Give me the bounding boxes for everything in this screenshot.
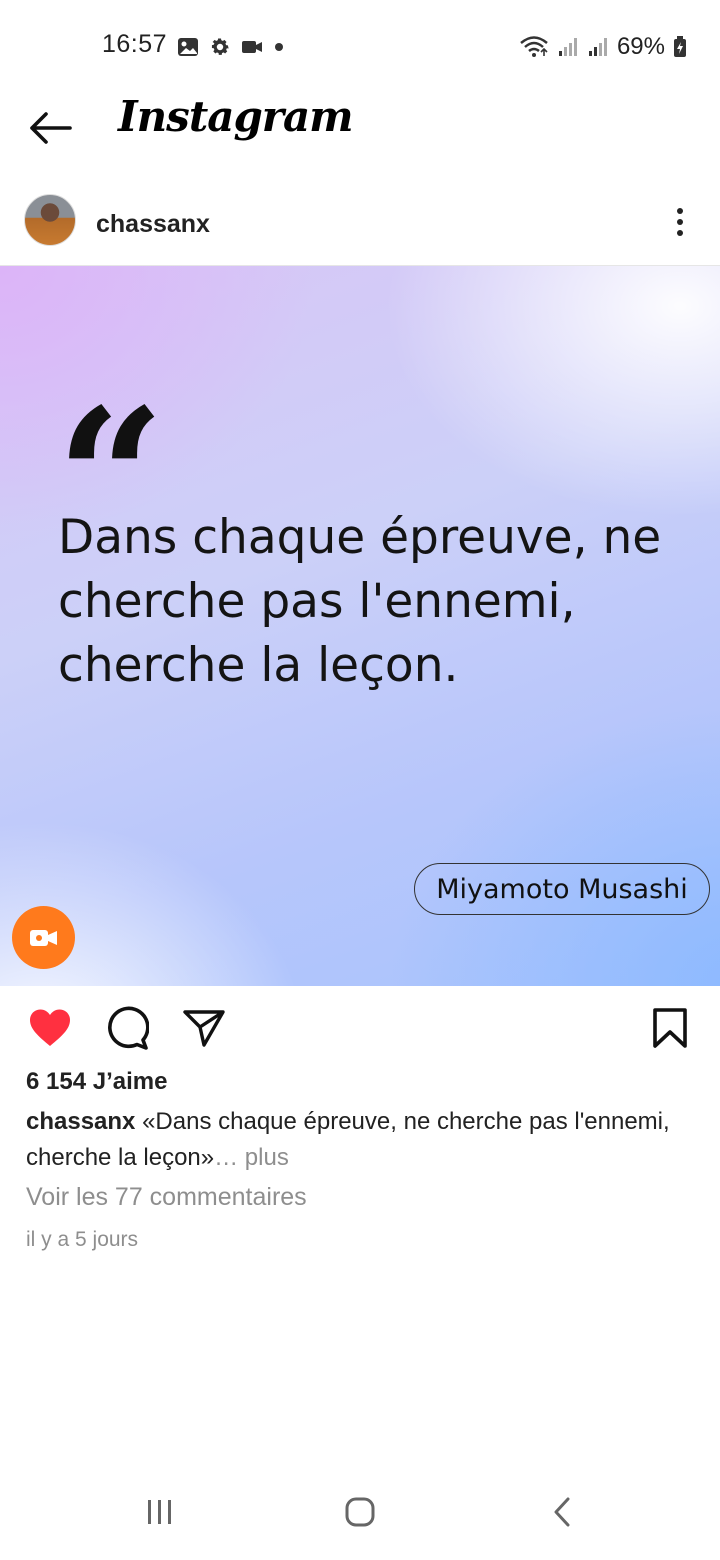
gear-icon bbox=[211, 38, 229, 55]
more-dot-icon bbox=[677, 219, 683, 225]
share-button[interactable] bbox=[180, 1004, 228, 1052]
battery-percent: 69% bbox=[616, 33, 665, 60]
like-button[interactable] bbox=[26, 1004, 74, 1052]
status-time: 16:57 bbox=[102, 30, 168, 58]
bookmark-icon bbox=[653, 1008, 687, 1048]
wifi-icon bbox=[520, 36, 548, 57]
arrow-left-icon bbox=[30, 112, 72, 144]
send-icon bbox=[183, 1010, 225, 1047]
author-badge: Miyamoto Musashi bbox=[414, 863, 710, 915]
save-button[interactable] bbox=[646, 1004, 694, 1052]
avatar[interactable] bbox=[24, 194, 76, 246]
post-username[interactable]: chassanx bbox=[96, 210, 210, 239]
view-comments-link[interactable]: Voir les 77 commentaires bbox=[26, 1183, 307, 1212]
back-button[interactable] bbox=[26, 108, 74, 148]
comment-button[interactable] bbox=[103, 1004, 151, 1052]
video-camera-icon bbox=[29, 929, 57, 946]
app-header: Instagram bbox=[0, 92, 720, 176]
gallery-icon bbox=[178, 38, 198, 56]
post-image[interactable]: “ Dans chaque épreuve, ne cherche pas l'… bbox=[0, 265, 720, 986]
chevron-left-icon bbox=[554, 1497, 570, 1527]
home-button[interactable] bbox=[330, 1482, 390, 1542]
battery-icon bbox=[674, 36, 686, 57]
quote-text: Dans chaque épreuve, ne cherche pas l'en… bbox=[58, 510, 662, 693]
app-title: Instagram bbox=[118, 92, 354, 141]
post-caption: chassanx «Dans chaque épreuve, ne cherch… bbox=[26, 1104, 706, 1176]
more-dot-icon bbox=[677, 230, 683, 236]
quote-mark: “ bbox=[56, 367, 166, 590]
video-camera-icon bbox=[242, 41, 262, 53]
post-header: chassanx bbox=[0, 190, 720, 256]
system-nav-bar bbox=[0, 1470, 720, 1560]
video-call-button[interactable] bbox=[12, 906, 75, 969]
more-options-button[interactable] bbox=[668, 204, 692, 240]
post-timestamp: il y a 5 jours bbox=[26, 1228, 139, 1251]
status-bar: 16:57 69% bbox=[0, 0, 720, 92]
likes-count[interactable]: 6 154 J’aime bbox=[26, 1068, 167, 1096]
recents-icon bbox=[148, 1500, 171, 1524]
heart-icon bbox=[30, 1009, 70, 1046]
post-actions bbox=[0, 1000, 720, 1056]
comment-icon bbox=[108, 1006, 149, 1050]
recent-apps-button[interactable] bbox=[130, 1482, 190, 1542]
more-dot-icon bbox=[677, 208, 683, 214]
home-icon bbox=[345, 1497, 375, 1527]
signal-icon-2 bbox=[588, 38, 607, 56]
back-nav-button[interactable] bbox=[532, 1482, 592, 1542]
signal-icon bbox=[558, 38, 577, 56]
dot-icon bbox=[275, 43, 283, 51]
caption-username[interactable]: chassanx bbox=[26, 1108, 135, 1135]
status-icons-right: 69% bbox=[519, 33, 687, 61]
status-icons-left bbox=[177, 36, 285, 58]
caption-more-link[interactable]: … plus bbox=[214, 1144, 289, 1171]
